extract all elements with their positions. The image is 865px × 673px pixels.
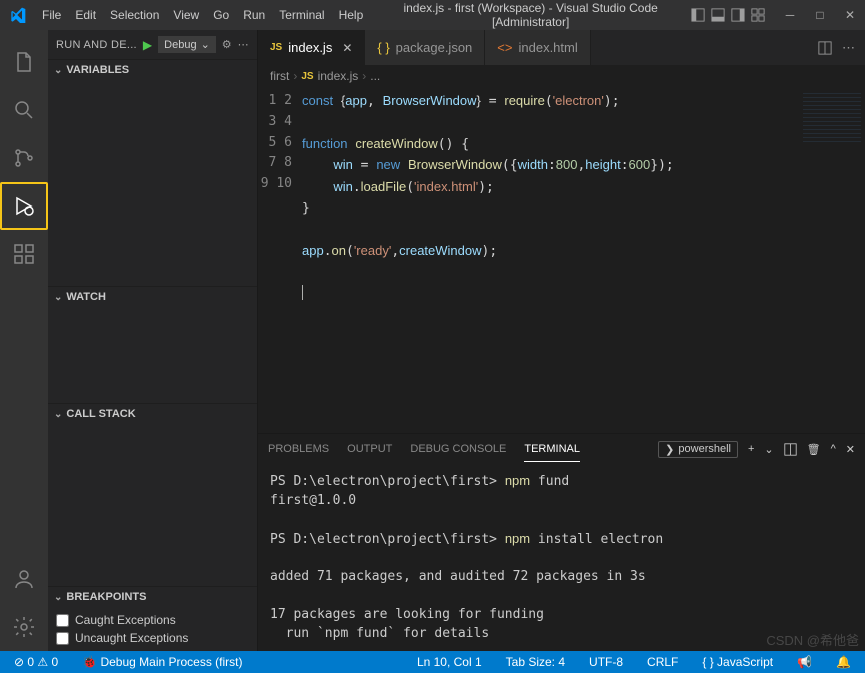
source-control-icon[interactable]: [0, 134, 48, 182]
split-terminal-icon[interactable]: [784, 443, 797, 456]
menu-go[interactable]: Go: [206, 8, 236, 22]
bottom-panel: PROBLEMS OUTPUT DEBUG CONSOLE TERMINAL ❯…: [258, 433, 865, 651]
menu-bar: FileEditSelectionViewGoRunTerminalHelp: [35, 8, 370, 22]
code-editor[interactable]: 1 2 3 4 5 6 7 8 9 10 const {app, Browser…: [258, 87, 865, 433]
chevron-down-icon: ⌄: [54, 592, 62, 603]
titlebar: FileEditSelectionViewGoRunTerminalHelp i…: [0, 0, 865, 30]
line-numbers: 1 2 3 4 5 6 7 8 9 10: [258, 87, 302, 433]
breakpoint-checkbox[interactable]: [56, 632, 69, 645]
chevron-down-icon: ⌄: [201, 38, 210, 51]
status-cursor[interactable]: Ln 10, Col 1: [411, 655, 488, 669]
panel-tab-problems[interactable]: PROBLEMS: [268, 437, 329, 461]
menu-selection[interactable]: Selection: [103, 8, 166, 22]
terminal-output[interactable]: PS D:\electron\project\first> npm fund f…: [258, 464, 865, 651]
breakpoint-checkbox[interactable]: [56, 614, 69, 627]
settings-gear-icon[interactable]: [0, 603, 48, 651]
account-icon[interactable]: [0, 555, 48, 603]
html-file-icon: <>: [497, 40, 512, 55]
variables-body: [48, 80, 257, 286]
tab-bar: JSindex.js✕{ }package.json<>index.html ⋯: [258, 30, 865, 65]
maximize-panel-icon[interactable]: ^: [831, 443, 836, 455]
more-actions-icon[interactable]: ⋯: [238, 38, 249, 51]
terminal-shell-select[interactable]: ❯ powershell: [658, 441, 738, 458]
js-file-icon: JS: [301, 71, 313, 82]
vscode-logo-icon: [0, 7, 35, 23]
watch-body: [48, 307, 257, 403]
panel-tab-debug-console[interactable]: DEBUG CONSOLE: [410, 437, 506, 461]
menu-edit[interactable]: Edit: [68, 8, 103, 22]
chevron-down-icon: ⌄: [54, 409, 62, 420]
status-language[interactable]: { } JavaScript: [696, 655, 779, 669]
layout-controls[interactable]: [691, 8, 765, 22]
terminal-dropdown-icon[interactable]: ⌄: [764, 443, 773, 456]
tab-index-html[interactable]: <>index.html: [485, 30, 590, 65]
status-eol[interactable]: CRLF: [641, 655, 684, 669]
maximize-button[interactable]: □: [805, 8, 835, 22]
activity-bar: [0, 30, 48, 651]
status-bar: ⊘ 0 ⚠ 0 🐞 Debug Main Process (first) Ln …: [0, 651, 865, 673]
status-debug-target[interactable]: 🐞 Debug Main Process (first): [76, 655, 248, 669]
close-tab-icon[interactable]: ✕: [342, 41, 352, 55]
debug-settings-icon[interactable]: ⚙: [222, 38, 232, 51]
js-file-icon: JS: [270, 42, 282, 53]
close-button[interactable]: ✕: [835, 8, 865, 22]
status-bell-icon[interactable]: 🔔: [830, 655, 857, 669]
tab-index-js[interactable]: JSindex.js✕: [258, 30, 365, 65]
menu-run[interactable]: Run: [236, 8, 272, 22]
sidebar: RUN AND DE... ▶ Debug ⌄ ⚙ ⋯ ⌄VARIABLES ⌄…: [48, 30, 258, 651]
menu-terminal[interactable]: Terminal: [272, 8, 331, 22]
extensions-icon[interactable]: [0, 230, 48, 278]
search-icon[interactable]: [0, 86, 48, 134]
callstack-section-header[interactable]: ⌄CALL STACK: [48, 404, 257, 424]
variables-section-header[interactable]: ⌄VARIABLES: [48, 60, 257, 80]
breakpoint-uncaught-exceptions[interactable]: Uncaught Exceptions: [56, 629, 249, 647]
json-file-icon: { }: [377, 40, 389, 55]
close-panel-icon[interactable]: ✕: [846, 443, 855, 456]
chevron-down-icon: ⌄: [54, 65, 62, 76]
editor-area: JSindex.js✕{ }package.json<>index.html ⋯…: [258, 30, 865, 651]
debug-config-select[interactable]: Debug ⌄: [158, 36, 216, 53]
status-feedback-icon[interactable]: 📢: [791, 655, 818, 669]
menu-help[interactable]: Help: [332, 8, 371, 22]
window-title: index.js - first (Workspace) - Visual St…: [370, 1, 691, 29]
run-debug-header: RUN AND DE... ▶ Debug ⌄ ⚙ ⋯: [48, 30, 257, 59]
chevron-down-icon: ⌄: [54, 292, 62, 303]
breakpoints-body: Caught ExceptionsUncaught Exceptions: [48, 607, 257, 651]
menu-view[interactable]: View: [166, 8, 206, 22]
watch-section-header[interactable]: ⌄WATCH: [48, 287, 257, 307]
split-editor-icon[interactable]: [818, 41, 832, 55]
new-terminal-icon[interactable]: +: [748, 443, 754, 455]
callstack-body: [48, 424, 257, 586]
menu-file[interactable]: File: [35, 8, 68, 22]
run-debug-icon[interactable]: [0, 182, 48, 230]
breadcrumb[interactable]: first› JS index.js› ...: [258, 65, 865, 87]
minimap[interactable]: [799, 87, 865, 433]
status-encoding[interactable]: UTF-8: [583, 655, 629, 669]
kill-terminal-icon[interactable]: 🗑: [807, 443, 821, 456]
breakpoints-section-header[interactable]: ⌄BREAKPOINTS: [48, 587, 257, 607]
breakpoint-caught-exceptions[interactable]: Caught Exceptions: [56, 611, 249, 629]
explorer-icon[interactable]: [0, 38, 48, 86]
start-debug-icon[interactable]: ▶: [143, 38, 152, 52]
panel-tab-output[interactable]: OUTPUT: [347, 437, 392, 461]
more-tab-actions-icon[interactable]: ⋯: [842, 40, 855, 56]
status-tabsize[interactable]: Tab Size: 4: [500, 655, 571, 669]
minimize-button[interactable]: ─: [775, 8, 805, 22]
status-errors[interactable]: ⊘ 0 ⚠ 0: [8, 655, 64, 669]
panel-tab-terminal[interactable]: TERMINAL: [524, 437, 580, 462]
tab-package-json[interactable]: { }package.json: [365, 30, 485, 65]
